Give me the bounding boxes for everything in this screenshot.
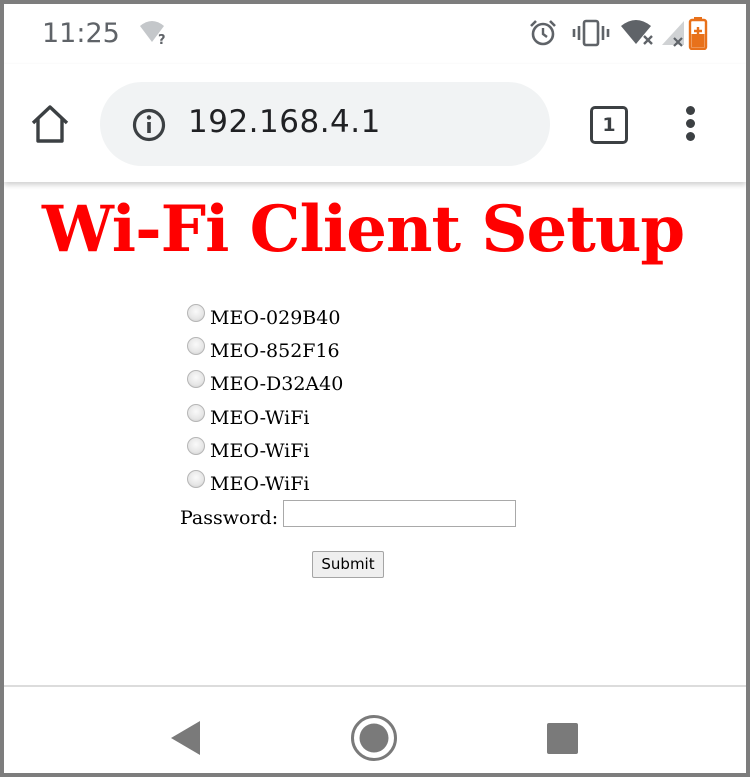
network-radio[interactable]	[187, 304, 205, 322]
network-radio[interactable]	[187, 403, 205, 422]
network-label: MEO-WiFi	[210, 406, 310, 429]
status-time: 11:25	[42, 18, 120, 49]
home-icon[interactable]	[28, 102, 72, 146]
home-circle-icon[interactable]	[350, 714, 398, 762]
phone-screen: 11:25 ? 192.168.4.1 1 Wi-Fi Client Setup…	[4, 4, 746, 773]
network-radio[interactable]	[187, 370, 205, 389]
network-label: MEO-D32A40	[210, 373, 344, 396]
svg-text:?: ?	[158, 33, 166, 46]
network-radio[interactable]	[187, 337, 205, 356]
wifi-off-icon	[621, 20, 653, 45]
signal-icon	[662, 21, 684, 47]
network-radio[interactable]	[187, 436, 205, 455]
network-label: MEO-852F16	[210, 340, 340, 363]
network-label: MEO-WiFi	[210, 439, 310, 462]
info-icon[interactable]	[132, 108, 166, 142]
vibrate-icon	[572, 19, 610, 47]
alarm-icon	[530, 20, 556, 46]
submit-button[interactable]: Submit	[312, 551, 384, 578]
system-nav-bar	[4, 687, 746, 773]
wifi-question-icon: ?	[140, 21, 166, 46]
tab-switcher-button[interactable]: 1	[590, 106, 628, 144]
network-label: MEO-WiFi	[210, 472, 310, 495]
more-vert-icon[interactable]	[680, 104, 702, 144]
password-label: Password:	[180, 507, 279, 529]
recents-square-icon[interactable]	[546, 722, 580, 756]
page-title: Wi-Fi Client Setup	[42, 192, 685, 267]
password-field[interactable]	[283, 500, 516, 527]
back-triangle-icon[interactable]	[168, 719, 204, 757]
status-bar: 11:25 ?	[4, 4, 746, 64]
network-radio[interactable]	[187, 469, 205, 488]
battery-saver-icon	[688, 17, 708, 50]
url-text[interactable]: 192.168.4.1	[188, 104, 381, 140]
network-label: MEO-029B40	[210, 307, 341, 329]
